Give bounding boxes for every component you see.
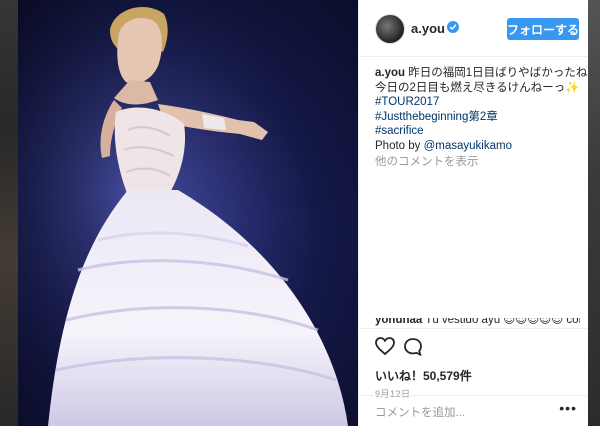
caption-line-1: a.you 昨日の福岡1日目ばりやばかったね🔥: [375, 66, 588, 81]
caption-text-1: 昨日の福岡1日目ばりやばかったね🔥: [408, 67, 588, 79]
photo-credit: Photo by @masayukikamo: [375, 139, 580, 154]
dimmed-background-right: [588, 0, 600, 426]
avatar[interactable]: [375, 14, 405, 44]
hashtag-tour2017[interactable]: #TOUR2017: [375, 95, 580, 110]
post-header: a.you フォローする: [359, 0, 588, 57]
comment-icon[interactable]: [403, 337, 423, 362]
sparkle-emoji: ✨: [565, 81, 580, 94]
concert-photo-illustration: [18, 0, 358, 426]
hashtag-justthebeginning[interactable]: #Justthebeginning第2章: [375, 110, 580, 125]
follow-button[interactable]: フォローする: [507, 18, 579, 40]
post-details-panel: a.you フォローする a.you 昨日の福岡1日目ばりやばかったね🔥 今日の…: [358, 0, 588, 426]
comment-box: コメントを追加... •••: [359, 395, 588, 426]
photo-credit-prefix: Photo by: [375, 139, 424, 152]
post-photo[interactable]: [18, 0, 358, 426]
more-options-icon[interactable]: •••: [559, 400, 577, 416]
partial-comment: yohunaa Tú vestido ayu 😍😍😍😍😍 como: [375, 318, 580, 328]
load-more-comments[interactable]: 他のコメントを表示: [375, 155, 580, 170]
add-comment-input[interactable]: コメントを追加...: [375, 404, 465, 420]
like-count[interactable]: いいね！50,579件: [375, 367, 472, 384]
comment-text: Tú vestido ayu 😍😍😍😍😍 como: [425, 318, 580, 326]
dimmed-background-left: [0, 0, 18, 426]
username-link[interactable]: a.you: [411, 21, 445, 36]
caption-text-2: 今日の2日目も燃え尽きるけんねーっ: [375, 81, 566, 94]
caption-line-2: 今日の2日目も燃え尽きるけんねーっ✨: [375, 81, 580, 96]
post-modal: a.you フォローする a.you 昨日の福岡1日目ばりやばかったね🔥 今日の…: [18, 0, 588, 426]
verified-badge-icon: [447, 21, 459, 33]
hashtag-sacrifice[interactable]: #sacrifice: [375, 124, 580, 139]
comment-username[interactable]: yohunaa: [375, 318, 422, 326]
heart-icon[interactable]: [375, 337, 395, 360]
caption-block: a.you 昨日の福岡1日目ばりやばかったね🔥 今日の2日目も燃え尽きるけんねー…: [375, 66, 588, 170]
action-bar: いいね！50,579件 9月12日 コメントを追加... •••: [359, 328, 588, 426]
photographer-mention[interactable]: @masayukikamo: [424, 140, 512, 152]
caption-username[interactable]: a.you: [375, 67, 405, 79]
